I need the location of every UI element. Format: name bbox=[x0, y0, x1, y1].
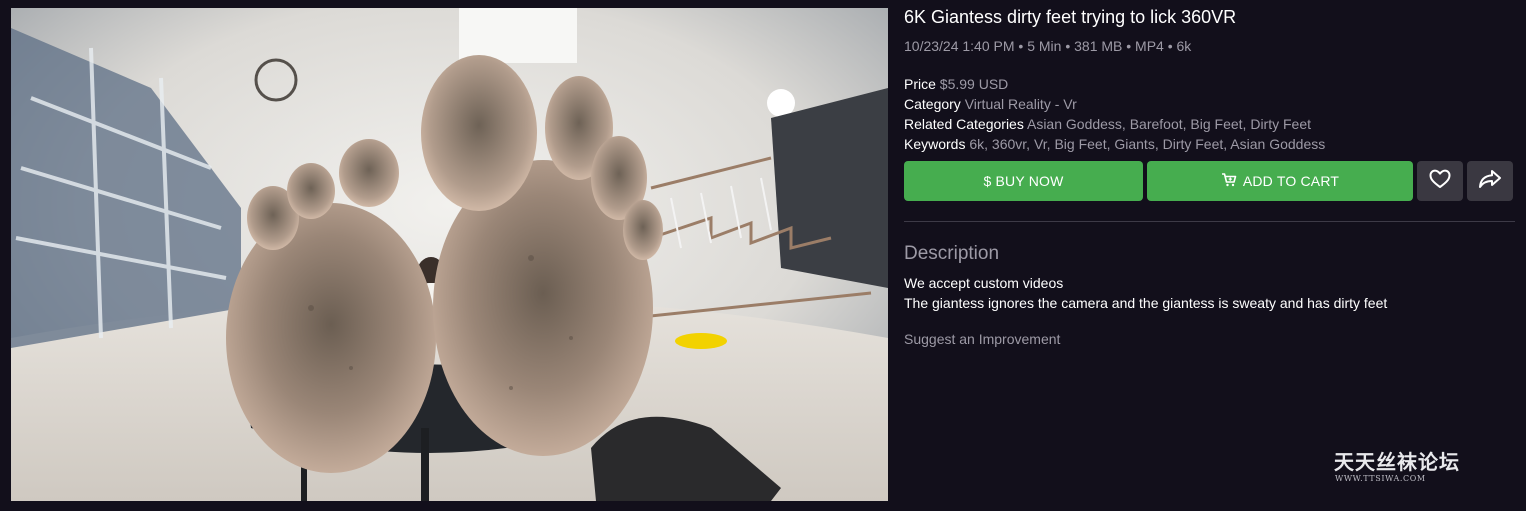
favorite-button[interactable] bbox=[1417, 161, 1463, 201]
keywords-label: Keywords bbox=[904, 136, 966, 152]
product-page: 6K Giantess dirty feet trying to lick 36… bbox=[0, 0, 1526, 511]
thumbnail-image bbox=[11, 8, 888, 501]
video-meta: 10/23/24 1:40 PM • 5 Min • 381 MB • MP4 … bbox=[904, 38, 1192, 54]
details-list: Price $5.99 USD Category Virtual Reality… bbox=[904, 74, 1516, 154]
action-bar: $ BUY NOW ADD TO CART bbox=[904, 161, 1516, 201]
watermark-url: WWW.TTSIWA.COM bbox=[1335, 474, 1426, 483]
buy-now-label: $ BUY NOW bbox=[983, 173, 1064, 189]
product-info: 6K Giantess dirty feet trying to lick 36… bbox=[904, 6, 1516, 349]
category-label: Category bbox=[904, 96, 961, 112]
price-value: $5.99 USD bbox=[939, 76, 1009, 92]
category-link[interactable]: Virtual Reality - Vr bbox=[965, 96, 1077, 112]
share-button[interactable] bbox=[1467, 161, 1513, 201]
price-label: Price bbox=[904, 76, 936, 92]
buy-now-button[interactable]: $ BUY NOW bbox=[904, 161, 1143, 201]
add-to-cart-label: ADD TO CART bbox=[1242, 173, 1340, 189]
watermark-title: 天天丝袜论坛 bbox=[1334, 450, 1460, 474]
related-categories-links[interactable]: Asian Goddess, Barefoot, Big Feet, Dirty… bbox=[1027, 116, 1311, 132]
watermark: 天天丝袜论坛 WWW.TTSIWA.COM bbox=[1334, 450, 1460, 483]
description-body: We accept custom videos The giantess ign… bbox=[904, 273, 1516, 313]
section-divider bbox=[904, 221, 1515, 222]
description-heading: Description bbox=[904, 243, 1000, 264]
description-line: The giantess ignores the camera and the … bbox=[904, 295, 1388, 311]
description-line: We accept custom videos bbox=[904, 275, 1064, 291]
keywords-links[interactable]: 6k, 360vr, Vr, Big Feet, Giants, Dirty F… bbox=[969, 136, 1325, 152]
add-to-cart-button[interactable]: ADD TO CART bbox=[1147, 161, 1413, 201]
related-categories-label: Related Categories bbox=[904, 116, 1024, 132]
related-categories-row: Related Categories Asian Goddess, Barefo… bbox=[904, 114, 1516, 134]
heart-icon bbox=[1429, 169, 1451, 194]
video-title: 6K Giantess dirty feet trying to lick 36… bbox=[904, 7, 1237, 27]
category-row: Category Virtual Reality - Vr bbox=[904, 94, 1516, 114]
price-row: Price $5.99 USD bbox=[904, 74, 1516, 94]
share-icon bbox=[1478, 169, 1502, 194]
cart-icon bbox=[1221, 172, 1243, 190]
keywords-row: Keywords 6k, 360vr, Vr, Big Feet, Giants… bbox=[904, 134, 1516, 154]
video-thumbnail[interactable] bbox=[11, 8, 888, 501]
suggest-improvement-link[interactable]: Suggest an Improvement bbox=[904, 329, 1516, 349]
